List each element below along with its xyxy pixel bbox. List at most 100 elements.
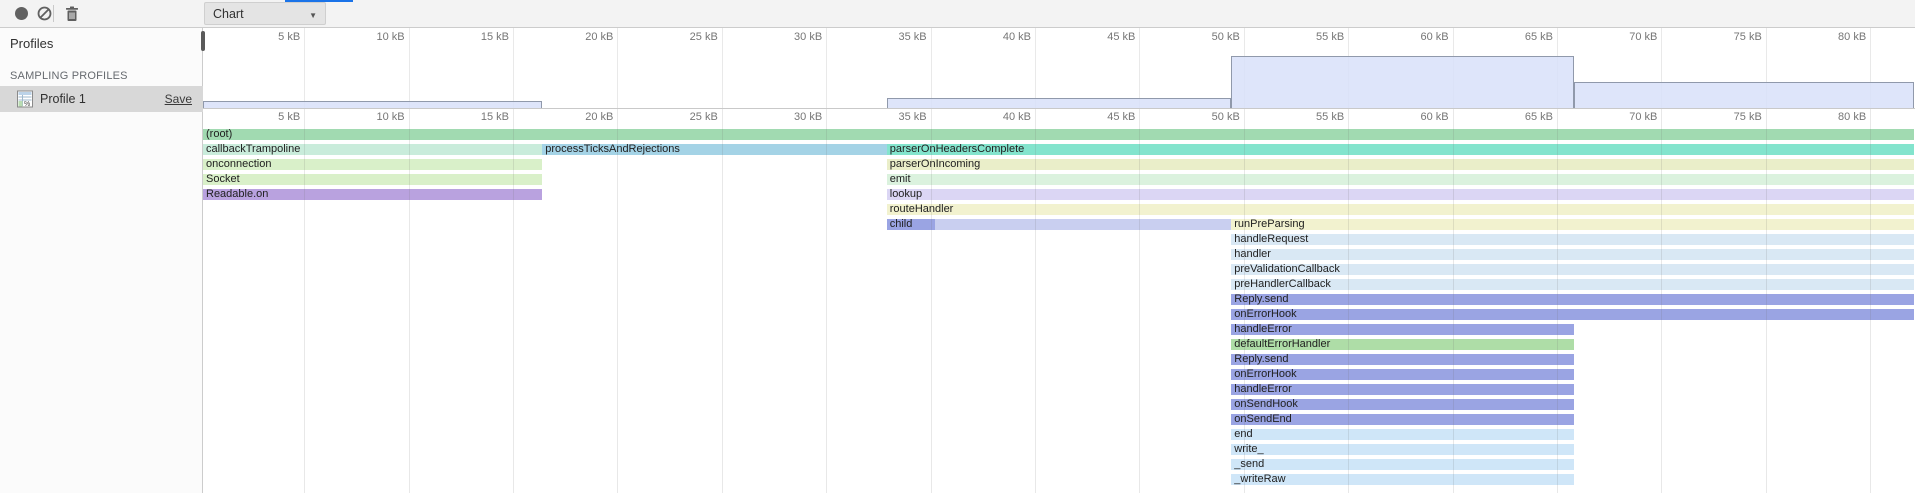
ruler-tick-label: 70 kB — [1587, 111, 1657, 123]
flame-bar-root[interactable]: (root) — [203, 129, 1914, 140]
sidebar-heading: Profiles — [10, 36, 53, 51]
flame-bar-label: routeHandler — [890, 204, 954, 215]
flame-row: onconnection parserOnIncoming — [203, 159, 1915, 170]
ruler-tick-label: 30 kB — [752, 111, 822, 123]
flame-bar-label: handleError — [1234, 384, 1291, 395]
flame-bar-tail[interactable] — [935, 219, 1231, 230]
overview-axis-tick-label: 70 kB — [1587, 31, 1657, 43]
view-mode-select[interactable]: Chart ▼ — [204, 2, 326, 25]
profile-name: Profile 1 — [40, 92, 86, 106]
ruler-tick-label: 35 kB — [857, 111, 927, 123]
ruler-tick-label: 55 kB — [1274, 111, 1344, 123]
flame-row: routeHandler — [203, 204, 1915, 215]
memory-overview-pane[interactable]: 5 kB10 kB15 kB20 kB25 kB30 kB35 kB40 kB4… — [203, 28, 1915, 109]
flame-bar-label: preHandlerCallback — [1234, 279, 1331, 290]
overview-axis-tick-label: 20 kB — [543, 31, 613, 43]
overview-axis-tick-label: 15 kB — [439, 31, 509, 43]
flame-bar-label: _writeRaw — [1234, 474, 1285, 485]
flame-bar-onsendend[interactable]: onSendEnd — [1231, 414, 1573, 425]
flame-bar-readable-on[interactable]: Readable.on — [203, 189, 542, 200]
flame-bar-label: callbackTrampoline — [206, 144, 300, 155]
flame-bar-label: onErrorHook — [1234, 309, 1296, 320]
overview-gridline — [826, 28, 827, 108]
sampling-profiles-section-label: SAMPLING PROFILES — [10, 70, 128, 82]
flame-bar-socket[interactable]: Socket — [203, 174, 542, 185]
flame-row: Readable.on lookup — [203, 189, 1915, 200]
overview-axis-tick-label: 35 kB — [857, 31, 927, 43]
overview-gridline — [1035, 28, 1036, 108]
flame-row: child runPreParsing — [203, 219, 1915, 230]
sidebar: Profiles SAMPLING PROFILES % Profile 1 S… — [0, 28, 203, 493]
flame-bar-lookup[interactable]: lookup — [887, 189, 1914, 200]
flame-bar-label: write_ — [1234, 444, 1263, 455]
save-profile-link[interactable]: Save — [165, 92, 192, 106]
ruler-tick-label: 65 kB — [1483, 111, 1553, 123]
flame-bar-handleerror[interactable]: handleError — [1231, 324, 1573, 335]
flame-bar-parseronincoming[interactable]: parserOnIncoming — [887, 159, 1914, 170]
flame-bar-handler[interactable]: handler — [1231, 249, 1914, 260]
flame-bar-label: Readable.on — [206, 189, 268, 200]
overview-gridline — [409, 28, 410, 108]
flame-bar-end[interactable]: end — [1231, 429, 1573, 440]
flame-bar-handlerequest[interactable]: handleRequest — [1231, 234, 1914, 245]
flame-bar-label: end — [1234, 429, 1252, 440]
overview-axis-tick-label: 45 kB — [1065, 31, 1135, 43]
profile-document-icon: % — [16, 90, 34, 108]
flame-bar-child[interactable]: child — [887, 219, 935, 230]
flame-bar-routehandler[interactable]: routeHandler — [887, 204, 1914, 215]
flame-bar-writeraw[interactable]: _writeRaw — [1231, 474, 1573, 485]
flame-row: write_ — [203, 444, 1915, 455]
flame-bar-prehandlercallback[interactable]: preHandlerCallback — [1231, 279, 1914, 290]
flame-row: handleError — [203, 384, 1915, 395]
flame-row: _writeRaw — [203, 474, 1915, 485]
flame-bar-send[interactable]: _send — [1231, 459, 1573, 470]
overview-axis-tick-label: 30 kB — [752, 31, 822, 43]
ruler-tick-label: 15 kB — [439, 111, 509, 123]
flame-bar-processticksandrejections[interactable]: processTicksAndRejections — [542, 144, 887, 155]
flame-bar-label: Reply.send — [1234, 294, 1288, 305]
overview-gridline — [513, 28, 514, 108]
flame-bar-onconnection[interactable]: onconnection — [203, 159, 542, 170]
flame-bar-label: handleError — [1234, 324, 1291, 335]
toolbar-separator — [53, 5, 54, 22]
overview-axis-tick-label: 10 kB — [335, 31, 405, 43]
flame-bar-label: emit — [890, 174, 911, 185]
sidebar-item-profile-1[interactable]: % Profile 1 Save — [0, 86, 203, 112]
overview-gridline — [1139, 28, 1140, 108]
flame-row: handleRequest — [203, 234, 1915, 245]
block-icon — [37, 6, 52, 21]
ruler-tick-label: 60 kB — [1379, 111, 1449, 123]
flame-row: Reply.send — [203, 354, 1915, 365]
flame-bar-label: handleRequest — [1234, 234, 1308, 245]
flame-row: handler — [203, 249, 1915, 260]
delete-profile-button[interactable] — [58, 0, 85, 27]
flame-chart[interactable]: (root) callbackTrampoline processTicksAndR… — [203, 125, 1915, 493]
overview-gridline — [722, 28, 723, 108]
flame-bar-callbacktrampoline[interactable]: callbackTrampoline — [203, 144, 542, 155]
flame-row: end — [203, 429, 1915, 440]
flame-bar-reply-send[interactable]: Reply.send — [1231, 294, 1914, 305]
flame-row: Socket emit — [203, 174, 1915, 185]
overview-axis-tick-label: 25 kB — [648, 31, 718, 43]
flame-row: defaultErrorHandler — [203, 339, 1915, 350]
flame-bar-label: preValidationCallback — [1234, 264, 1340, 275]
flame-row: onErrorHook — [203, 369, 1915, 380]
flame-bar-handleerror[interactable]: handleError — [1231, 384, 1573, 395]
flame-bar-label: child — [890, 219, 913, 230]
flame-bar-onsendhook[interactable]: onSendHook — [1231, 399, 1573, 410]
flame-bar-write[interactable]: write_ — [1231, 444, 1573, 455]
flame-bar-emit[interactable]: emit — [887, 174, 1914, 185]
flame-bar-label: onSendEnd — [1234, 414, 1292, 425]
flame-bar-defaulterrorhandler[interactable]: defaultErrorHandler — [1231, 339, 1573, 350]
flame-bar-onerrorhook[interactable]: onErrorHook — [1231, 309, 1914, 320]
flame-bar-parseronheaderscomplete[interactable]: parserOnHeadersComplete — [887, 144, 1914, 155]
flame-row: callbackTrampoline processTicksAndRejecti… — [203, 144, 1915, 155]
flame-bar-runpreparsing[interactable]: runPreParsing — [1231, 219, 1914, 230]
flame-bar-onerrorhook[interactable]: onErrorHook — [1231, 369, 1573, 380]
flame-bar-prevalidationcallback[interactable]: preValidationCallback — [1231, 264, 1914, 275]
vertical-scrollbar-thumb[interactable] — [201, 31, 205, 51]
size-ruler: 5 kB10 kB15 kB20 kB25 kB30 kB35 kB40 kB4… — [203, 109, 1915, 125]
flame-bar-reply-send[interactable]: Reply.send — [1231, 354, 1573, 365]
ruler-tick-label: 25 kB — [648, 111, 718, 123]
overview-gridline — [931, 28, 932, 108]
